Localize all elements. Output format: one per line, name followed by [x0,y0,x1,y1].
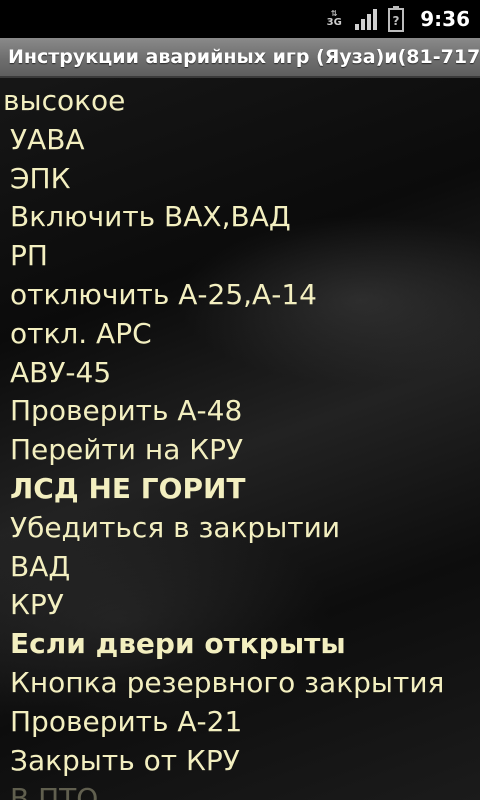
instruction-line: ЭПК [10,161,71,195]
instruction-line: ВАД [10,549,71,583]
clock: 9:36 [420,7,470,31]
network-type-label: 3G [326,17,342,28]
instruction-line: Перейти на КРУ [10,433,244,467]
instruction-line: высокое [3,84,126,117]
instruction-heading: ЛСД НЕ ГОРИТ [10,471,246,505]
network-type-indicator: ⇅ 3G [324,5,344,33]
instruction-line: Включить ВАХ,ВАД [10,200,291,234]
instruction-line: КРУ [10,588,64,622]
instruction-line: РП [10,239,48,273]
instructions-scroll-area[interactable]: высокое УАВА ЭПК Включить ВАХ,ВАД РП отк… [0,82,480,800]
screen: ⇅ 3G ? 9:36 Инструкции аварийных игр (Яу… [0,0,480,800]
svg-text:?: ? [393,14,400,28]
battery-unknown-icon: ? [388,6,405,32]
instruction-line: Закрыть от КРУ [10,743,240,777]
signal-bars-icon [354,7,378,31]
status-bar: ⇅ 3G ? 9:36 [0,0,480,38]
instruction-line: Убедиться в закрытии [10,510,341,544]
instruction-line: Проверить А-48 [10,394,243,428]
instruction-line: отключить А-25,А-14 [10,277,317,311]
instruction-line: откл. АРС [10,316,152,350]
instruction-line: В ПТО [10,782,99,800]
instruction-line: АВУ-45 [10,355,112,389]
app-title: Инструкции аварийных игр (Яуза)и(81-717) [8,46,480,68]
instruction-line: Проверить А-21 [10,704,243,738]
instruction-line: Кнопка резервного закрытия [10,665,445,699]
app-title-bar: Инструкции аварийных игр (Яуза)и(81-717) [0,38,480,78]
instruction-line: УАВА [10,122,85,156]
instruction-heading: Если двери открыты [10,627,346,661]
